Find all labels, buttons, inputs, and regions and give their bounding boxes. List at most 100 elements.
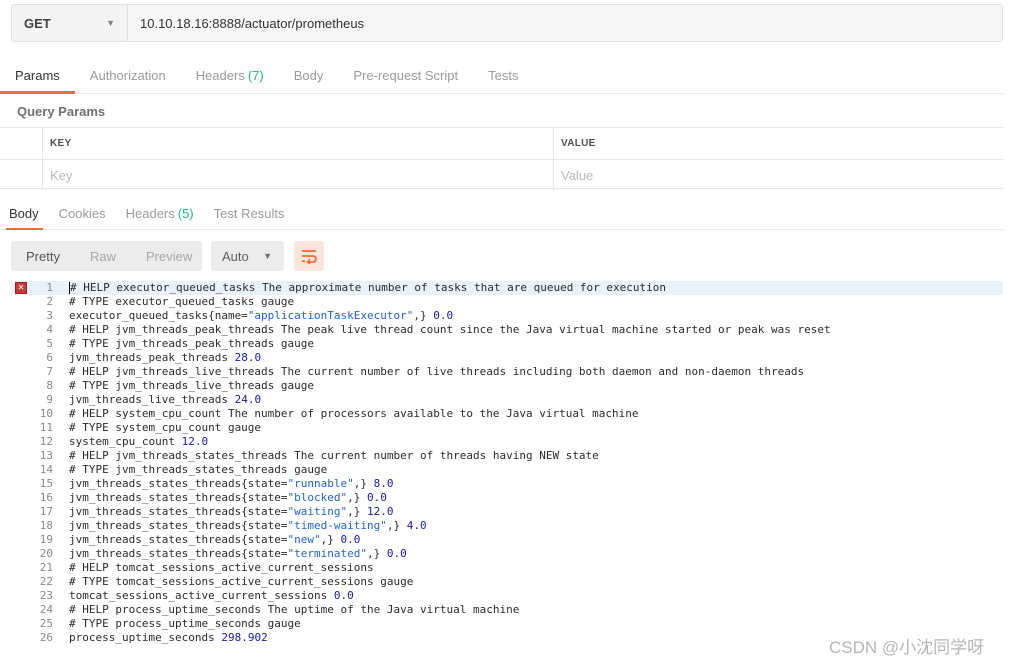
code-line: 7 # HELP jvm_threads_live_threads The cur… (11, 365, 1003, 379)
url-input[interactable]: 10.10.18.16:8888/actuator/prometheus (128, 5, 1002, 41)
code-text: # HELP jvm_threads_states_threads The cu… (69, 449, 599, 462)
tab-label: Body (9, 206, 39, 221)
response-body-viewer[interactable]: ✕ 1 # HELP executor_queued_tasks The appro… (11, 281, 1003, 663)
tab-test-results[interactable]: Test Results (204, 198, 295, 229)
code-line: 3 executor_queued_tasks{name="application… (11, 309, 1003, 323)
response-tabs: Body Cookies Headers (5) Test Results (0, 198, 1003, 230)
tab-body[interactable]: Body (279, 58, 339, 93)
code-text: # TYPE executor_queued_tasks gauge (69, 295, 295, 308)
tab-headers[interactable]: Headers (7) (181, 58, 279, 93)
code-line: 4 # HELP jvm_threads_peak_threads The pea… (11, 323, 1003, 337)
error-icon[interactable]: ✕ (15, 282, 27, 294)
tab-label: Pre-request Script (353, 68, 459, 83)
code-line: 9 jvm_threads_live_threads 24.0 (11, 393, 1003, 407)
line-number: 21 (11, 561, 69, 575)
tab-label: Headers (195, 68, 245, 83)
line-number: 13 (11, 449, 69, 463)
code-line: 12 system_cpu_count 12.0 (11, 435, 1003, 449)
tab-params[interactable]: Params (0, 58, 75, 94)
headers-count-badge: (7) (247, 68, 264, 83)
code-text: system_cpu_count 12.0 (69, 435, 209, 448)
row-checkbox[interactable] (0, 160, 43, 190)
method-label: GET (24, 15, 51, 31)
code-text: jvm_threads_peak_threads 28.0 (69, 351, 262, 364)
pretty-button[interactable]: Pretty (11, 249, 75, 264)
line-number: 7 (11, 365, 69, 379)
code-line: 24 # HELP process_uptime_seconds The upti… (11, 603, 1003, 617)
code-text: # TYPE process_uptime_seconds gauge (69, 617, 301, 630)
code-line: 21 # HELP tomcat_sessions_active_current_… (11, 561, 1003, 575)
line-number: 24 (11, 603, 69, 617)
line-number: 17 (11, 505, 69, 519)
code-line: 5 # TYPE jvm_threads_peak_threads gauge (11, 337, 1003, 351)
line-number: 16 (11, 491, 69, 505)
line-number: 22 (11, 575, 69, 589)
code-line: 11 # TYPE system_cpu_count gauge (11, 421, 1003, 435)
chevron-down-icon: ▼ (263, 251, 272, 261)
line-number: 8 (11, 379, 69, 393)
code-line: 15 jvm_threads_states_threads{state="runn… (11, 477, 1003, 491)
key-input[interactable]: Key (43, 160, 554, 190)
format-select[interactable]: Auto ▼ (211, 241, 284, 271)
code-text: jvm_threads_states_threads{state="timed-… (69, 519, 427, 532)
key-header: KEY (50, 138, 72, 149)
code-text: jvm_threads_states_threads{state="termin… (69, 547, 407, 560)
code-line: 23 tomcat_sessions_active_current_session… (11, 589, 1003, 603)
code-text: jvm_threads_states_threads{state="blocke… (69, 491, 387, 504)
tab-authorization[interactable]: Authorization (75, 58, 181, 93)
line-number: 2 (11, 295, 69, 309)
code-text: # HELP tomcat_sessions_active_current_se… (69, 561, 374, 574)
preview-button[interactable]: Preview (131, 249, 207, 264)
line-number: 11 (11, 421, 69, 435)
raw-button[interactable]: Raw (75, 249, 131, 264)
table-header-row: KEY VALUE (0, 128, 1003, 159)
line-number: 6 (11, 351, 69, 365)
line-number: 20 (11, 547, 69, 561)
line-number: 3 (11, 309, 69, 323)
method-select[interactable]: GET ▼ (12, 5, 128, 41)
value-header: VALUE (561, 138, 596, 149)
code-text: # HELP system_cpu_count The number of pr… (69, 407, 639, 420)
code-text: # TYPE jvm_threads_peak_threads gauge (69, 337, 315, 350)
line-number: 10 (11, 407, 69, 421)
tab-label: Headers (125, 206, 175, 221)
line-number: 4 (11, 323, 69, 337)
code-text: # HELP executor_queued_tasks The approxi… (69, 281, 667, 294)
line-number: 12 (11, 435, 69, 449)
checkbox-column (0, 128, 43, 159)
code-line: 25 # TYPE process_uptime_seconds gauge (11, 617, 1003, 631)
key-placeholder: Key (50, 167, 73, 183)
line-number: 26 (11, 631, 69, 645)
code-line: 8 # TYPE jvm_threads_live_threads gauge (11, 379, 1003, 393)
code-line: 18 jvm_threads_states_threads{state="time… (11, 519, 1003, 533)
request-bar: GET ▼ 10.10.18.16:8888/actuator/promethe… (11, 4, 1003, 42)
line-number: 9 (11, 393, 69, 407)
code-line: 14 # TYPE jvm_threads_states_threads gaug… (11, 463, 1003, 477)
value-input[interactable]: Value (554, 160, 1003, 190)
wrap-lines-button[interactable] (294, 241, 324, 271)
line-number: 19 (11, 533, 69, 547)
table-row: Key Value (0, 159, 1003, 190)
line-number: 23 (11, 589, 69, 603)
wrap-lines-icon (302, 250, 317, 264)
request-tabs: Params Authorization Headers (7) Body Pre… (0, 58, 1003, 94)
query-params-table: KEY VALUE Key Value (0, 127, 1003, 190)
tab-pre-request-script[interactable]: Pre-request Script (338, 58, 473, 93)
code-text: jvm_threads_live_threads 24.0 (69, 393, 262, 406)
line-number: ✕ 1 (11, 281, 69, 295)
code-text: # HELP process_uptime_seconds The uptime… (69, 603, 520, 616)
chevron-down-icon: ▼ (106, 18, 115, 28)
tab-response-body[interactable]: Body (0, 198, 49, 230)
tab-tests[interactable]: Tests (473, 58, 533, 93)
code-line: 22 # TYPE tomcat_sessions_active_current_… (11, 575, 1003, 589)
line-number: 5 (11, 337, 69, 351)
code-text: jvm_threads_states_threads{state="new",}… (69, 533, 361, 546)
code-text: # TYPE jvm_threads_live_threads gauge (69, 379, 315, 392)
format-label: Auto (222, 248, 249, 264)
tab-cookies[interactable]: Cookies (49, 198, 116, 229)
code-line: 17 jvm_threads_states_threads{state="wait… (11, 505, 1003, 519)
code-text: executor_queued_tasks{name="applicationT… (69, 309, 454, 322)
tab-response-headers[interactable]: Headers (5) (116, 198, 204, 229)
tab-label: Tests (488, 68, 519, 83)
line-number: 25 (11, 617, 69, 631)
